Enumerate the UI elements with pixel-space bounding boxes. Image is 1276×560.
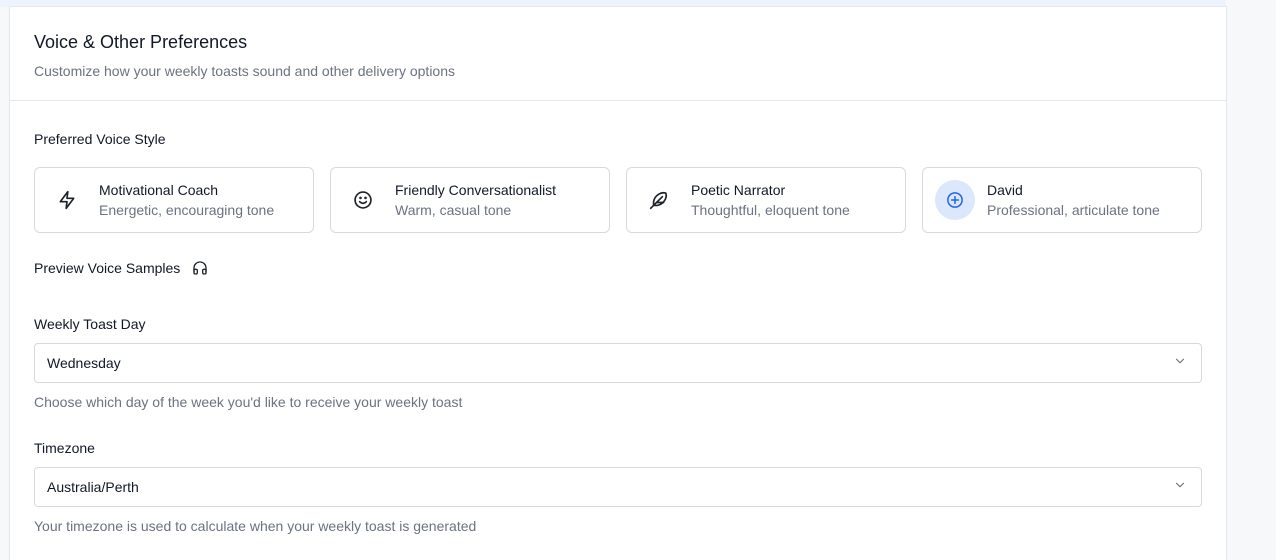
chevron-down-icon (1173, 354, 1187, 373)
timezone-field: Timezone Australia/Perth Your timezone i… (34, 439, 1202, 535)
weekly-toast-day-select[interactable]: Wednesday (34, 343, 1202, 383)
card-header: Voice & Other Preferences Customize how … (10, 7, 1226, 101)
voice-option-name: Friendly Conversationalist (395, 182, 557, 198)
chevron-down-icon (1173, 478, 1187, 497)
weekly-toast-day-value: Wednesday (47, 355, 121, 371)
voice-option-description: Thoughtful, eloquent tone (691, 202, 850, 218)
voice-option-david[interactable]: David Professional, articulate tone (922, 167, 1202, 233)
preferences-card: Voice & Other Preferences Customize how … (9, 6, 1227, 560)
voice-option-description: Energetic, encouraging tone (99, 202, 275, 218)
card-subtitle: Customize how your weekly toasts sound a… (34, 63, 455, 79)
weekly-toast-day-label: Weekly Toast Day (34, 316, 146, 332)
voice-option-friendly-conversationalist[interactable]: Friendly Conversationalist Warm, casual … (330, 167, 610, 233)
smile-icon (343, 180, 383, 220)
voice-options: Motivational Coach Energetic, encouragin… (34, 167, 1202, 233)
weekly-toast-day-field: Weekly Toast Day Wednesday Choose which … (34, 315, 1202, 411)
timezone-value: Australia/Perth (47, 479, 139, 495)
timezone-select[interactable]: Australia/Perth (34, 467, 1202, 507)
timezone-helper: Your timezone is used to calculate when … (34, 518, 477, 534)
voice-option-poetic-narrator[interactable]: Poetic Narrator Thoughtful, eloquent ton… (626, 167, 906, 233)
voice-style-label: Preferred Voice Style (34, 131, 166, 147)
preview-voice-samples-button[interactable]: Preview Voice Samples (34, 259, 180, 277)
preview-voice-samples: Preview Voice Samples (34, 258, 1202, 278)
card-title: Voice & Other Preferences (34, 32, 248, 52)
weekly-toast-day-helper: Choose which day of the week you'd like … (34, 394, 463, 410)
voice-option-description: Professional, articulate tone (987, 202, 1160, 218)
voice-option-name: David (987, 182, 1023, 198)
card-body: Preferred Voice Style Motivational Coach… (10, 101, 1226, 535)
headphones-icon[interactable] (192, 260, 208, 276)
feather-icon (639, 180, 679, 220)
plus-circle-icon (935, 180, 975, 220)
voice-option-motivational-coach[interactable]: Motivational Coach Energetic, encouragin… (34, 167, 314, 233)
voice-option-name: Motivational Coach (99, 182, 219, 198)
lightning-icon (47, 180, 87, 220)
voice-option-description: Warm, casual tone (395, 202, 512, 218)
voice-option-name: Poetic Narrator (691, 182, 786, 198)
timezone-label: Timezone (34, 440, 95, 456)
